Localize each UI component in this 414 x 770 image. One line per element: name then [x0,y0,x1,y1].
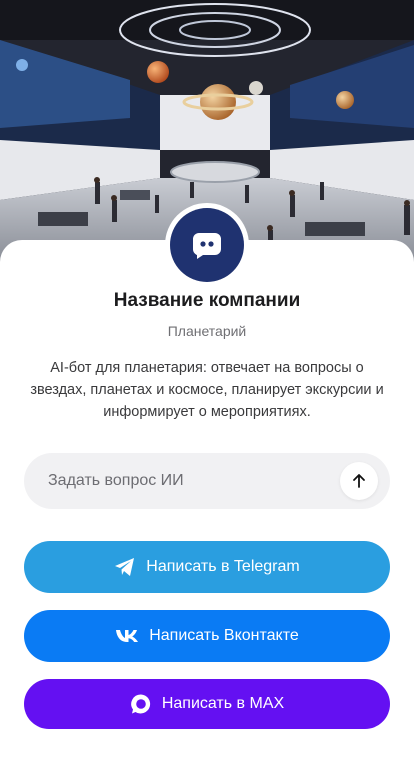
company-name: Название компании [113,290,301,311]
vk-icon [115,629,139,643]
max-button-label: Написать в MAX [161,695,285,712]
ask-ai-field [24,453,390,509]
write-telegram-button[interactable]: Написать в Telegram [24,541,390,593]
company-description: AI-бот для планетария: отвечает на вопро… [30,360,384,420]
max-icon [130,693,152,715]
write-vk-button[interactable]: Написать Вконтакте [24,610,390,662]
bot-avatar [170,208,244,282]
chat-bot-icon [192,233,221,259]
telegram-icon [114,557,136,577]
vk-button-label: Написать Вконтакте [149,627,299,644]
telegram-button-label: Написать в Telegram [146,558,300,575]
send-button[interactable] [340,462,378,500]
ask-ai-input[interactable] [24,453,340,509]
company-type: Планетарий [167,323,247,339]
write-max-button[interactable]: Написать в MAX [24,679,390,729]
avatar [165,203,249,287]
arrow-up-icon [353,474,365,488]
